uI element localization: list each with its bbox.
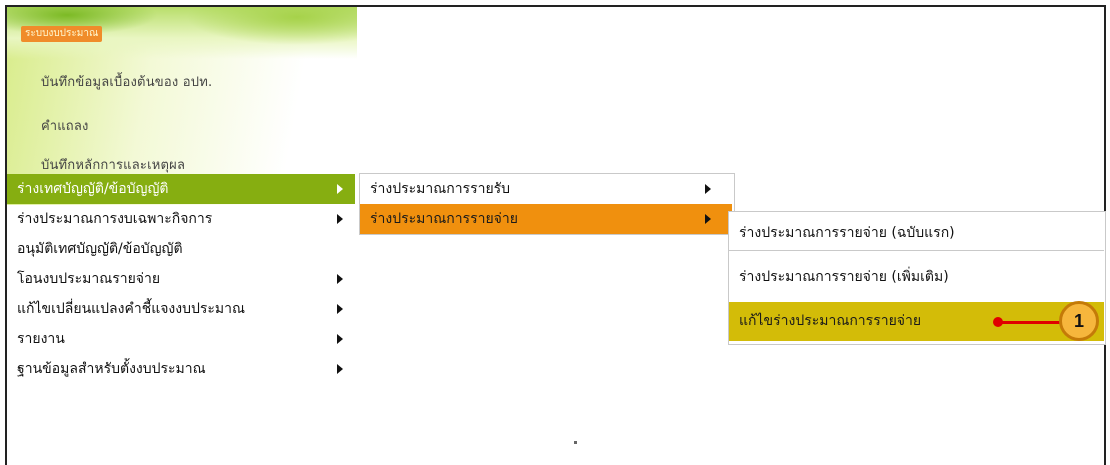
menu-item-report[interactable]: รายงาน — [7, 324, 355, 354]
menu-item-label: ร่างประมาณการงบเฉพาะกิจการ — [17, 211, 213, 227]
menu-item-draft-ordinance[interactable]: ร่างเทศบัญญัติ/ข้อบัญญัติ — [7, 174, 355, 204]
menu-item-label: ฐานข้อมูลสำหรับตั้งงบประมาณ — [17, 361, 206, 377]
submenu-item-expense-estimate[interactable]: ร่างประมาณการรายจ่าย — [360, 204, 732, 234]
menu-item-label: แก้ไขเปลี่ยนแปลงคำชี้แจงงบประมาณ — [17, 301, 245, 317]
chevron-right-icon — [337, 274, 343, 284]
submenu-item-expense-first[interactable]: ร่างประมาณการรายจ่าย (ฉบับแรก) — [729, 215, 1104, 251]
menu-banner-title: ระบบงบประมาณ — [21, 26, 103, 42]
chevron-right-icon — [337, 214, 343, 224]
menu-item-label: แก้ไขร่างประมาณการรายจ่าย — [739, 313, 922, 329]
chevron-right-icon — [337, 334, 343, 344]
menu-item-label: รายงาน — [17, 331, 65, 347]
submenu-item-revenue-estimate[interactable]: ร่างประมาณการรายรับ — [360, 174, 732, 204]
chevron-right-icon — [337, 304, 343, 314]
menu-item-label: ร่างประมาณการรายจ่าย — [370, 211, 518, 227]
menu-item-label: โอนงบประมาณรายจ่าย — [17, 271, 161, 287]
callout-line — [1000, 321, 1060, 324]
menu-item-principles[interactable]: บันทึกหลักการและเหตุผล — [41, 154, 185, 175]
submenu-item-expense-additional[interactable]: ร่างประมาณการรายจ่าย (เพิ่มเติม) — [729, 259, 1104, 295]
chevron-right-icon — [705, 214, 711, 224]
step-number-badge: 1 — [1059, 301, 1099, 341]
menu-item-special-budget[interactable]: ร่างประมาณการงบเฉพาะกิจการ — [7, 204, 355, 234]
menu-item-statement[interactable]: คำแถลง — [41, 115, 89, 136]
menu-item-label: ร่างประมาณการรายจ่าย (เพิ่มเติม) — [739, 269, 949, 285]
chevron-right-icon — [337, 184, 343, 194]
stray-mark — [574, 441, 577, 444]
menu-item-budget-database[interactable]: ฐานข้อมูลสำหรับตั้งงบประมาณ — [7, 354, 355, 384]
menu-item-initial-data[interactable]: บันทึกข้อมูลเบื้องต้นของ อปท. — [41, 71, 212, 92]
menu-item-label: ร่างประมาณการรายจ่าย (ฉบับแรก) — [739, 225, 955, 241]
menu-item-label: อนุมัติเทศบัญญัติ/ข้อบัญญัติ — [17, 241, 183, 257]
chevron-right-icon — [705, 184, 711, 194]
menu-item-label: ร่างเทศบัญญัติ/ข้อบัญญัติ — [17, 181, 169, 197]
chevron-right-icon — [337, 364, 343, 374]
menu-item-transfer-budget[interactable]: โอนงบประมาณรายจ่าย — [7, 264, 355, 294]
menu-item-label: ร่างประมาณการรายรับ — [370, 181, 511, 197]
menu-item-edit-explanation[interactable]: แก้ไขเปลี่ยนแปลงคำชี้แจงงบประมาณ — [7, 294, 355, 324]
menu-item-approve-ordinance[interactable]: อนุมัติเทศบัญญัติ/ข้อบัญญัติ — [7, 234, 355, 264]
